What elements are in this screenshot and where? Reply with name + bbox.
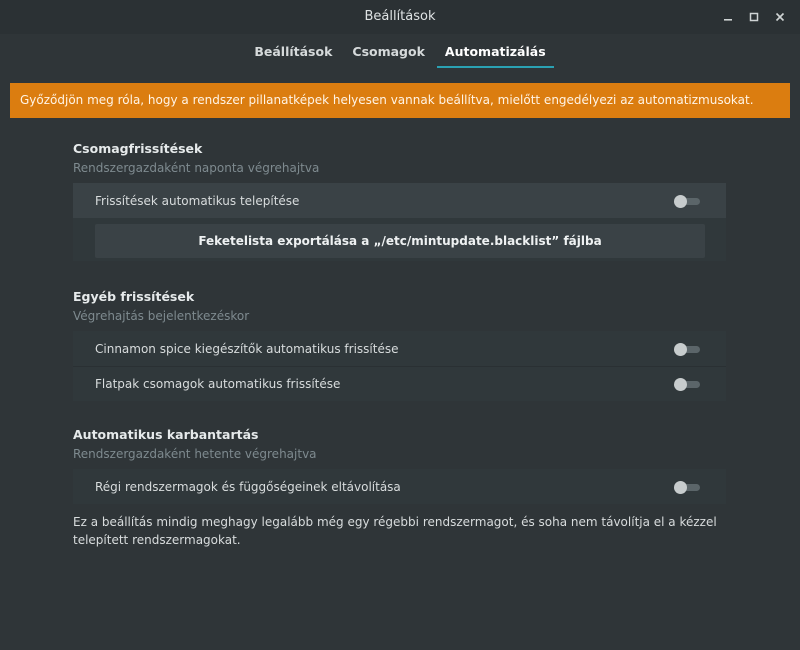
row-label: Flatpak csomagok automatikus frissítése (95, 377, 341, 391)
switch-knob (674, 342, 687, 356)
export-blacklist-button[interactable]: Feketelista exportálása a „/etc/mintupda… (95, 224, 705, 258)
warning-banner: Győződjön meg róla, hogy a rendszer pill… (10, 83, 790, 118)
row-label: Régi rendszermagok és függőségeinek eltá… (95, 479, 401, 494)
warning-banner-text: Győződjön meg róla, hogy a rendszer pill… (20, 93, 754, 107)
package-updates-group: Frissítések automatikus telepítése Feket… (73, 183, 726, 261)
auto-install-updates-switch[interactable] (674, 194, 700, 208)
row-label: Cinnamon spice kiegészítők automatikus f… (95, 341, 399, 356)
title-bar: Beállítások (0, 0, 800, 34)
flatpak-switch[interactable] (674, 378, 700, 391)
other-updates-group: Cinnamon spice kiegészítők automatikus f… (73, 331, 726, 401)
section-title: Automatikus karbantartás (73, 427, 259, 442)
package-updates-section: Csomagfrissítések Rendszergazdaként napo… (73, 141, 726, 261)
tab-automation[interactable]: Automatizálás (436, 38, 554, 68)
switch-knob (674, 480, 687, 494)
window-title: Beállítások (364, 9, 436, 24)
auto-install-updates-row: Frissítések automatikus telepítése (73, 183, 726, 218)
maintenance-section: Automatikus karbantartás Rendszergazdaké… (73, 427, 726, 504)
section-subtitle: Végrehajtás bejelentkezéskor (73, 309, 250, 323)
tab-bar: Beállítások Csomagok Automatizálás (0, 38, 800, 68)
cinnamon-spices-row: Cinnamon spice kiegészítők automatikus f… (73, 331, 726, 366)
remove-old-kernels-switch[interactable] (674, 480, 700, 494)
flatpak-row: Flatpak csomagok automatikus frissítése (73, 366, 726, 401)
minimize-icon[interactable] (718, 7, 738, 27)
switch-knob (674, 378, 687, 391)
row-label: Frissítések automatikus telepítése (95, 193, 300, 208)
section-subtitle: Rendszergazdaként naponta végrehajtva (73, 161, 320, 175)
tab-packages[interactable]: Csomagok (344, 38, 433, 62)
cinnamon-spices-switch[interactable] (674, 342, 700, 356)
remove-old-kernels-row: Régi rendszermagok és függőségeinek eltá… (73, 469, 726, 504)
switch-knob (674, 194, 687, 208)
section-title: Egyéb frissítések (73, 289, 195, 304)
maximize-icon[interactable] (744, 7, 764, 27)
tab-settings[interactable]: Beállítások (246, 38, 340, 62)
section-title: Csomagfrissítések (73, 141, 203, 156)
other-updates-section: Egyéb frissítések Végrehajtás bejelentke… (73, 289, 726, 401)
section-subtitle: Rendszergazdaként hetente végrehajtva (73, 447, 317, 461)
close-icon[interactable] (770, 7, 790, 27)
maintenance-group: Régi rendszermagok és függőségeinek eltá… (73, 469, 726, 504)
window-controls (718, 7, 790, 27)
maintenance-note: Ez a beállítás mindig meghagy legalább m… (73, 515, 717, 547)
